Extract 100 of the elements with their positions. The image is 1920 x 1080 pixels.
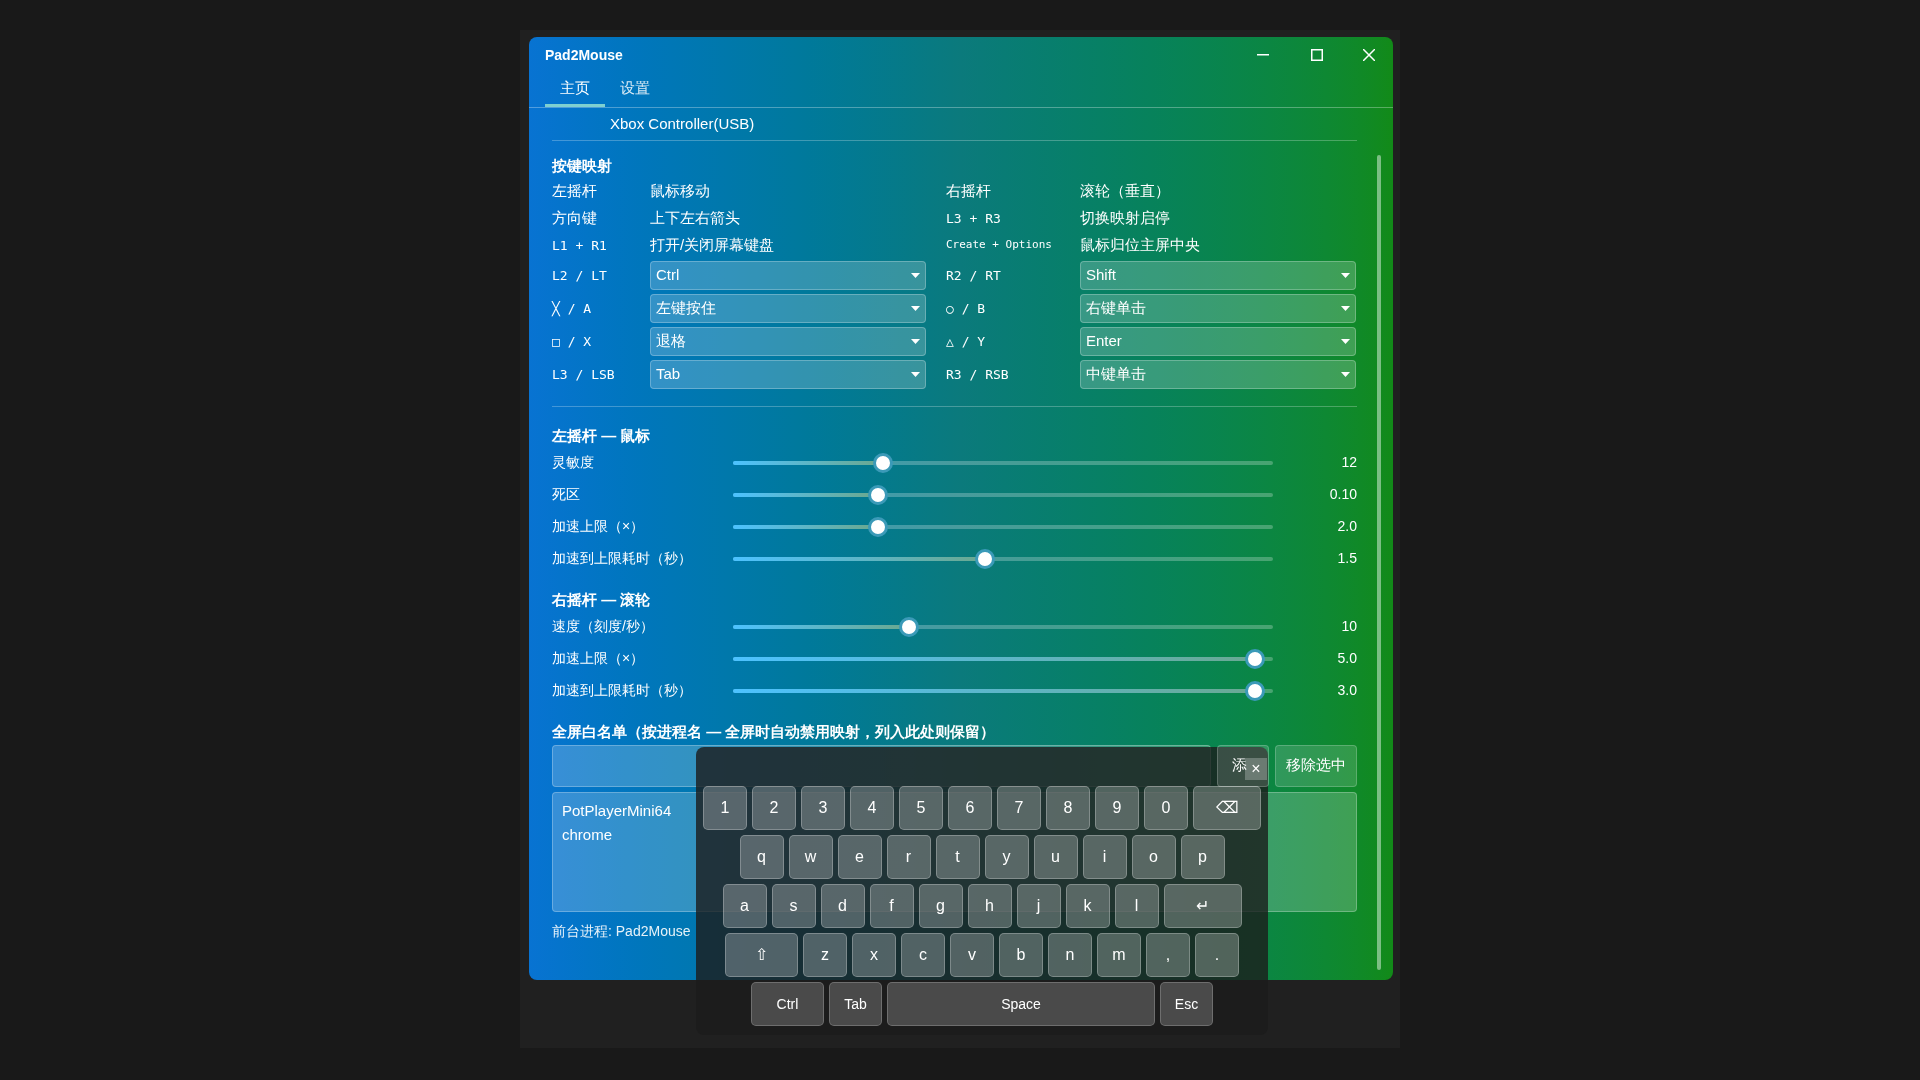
mapping-dropdown[interactable]: Enter — [1080, 327, 1356, 356]
key[interactable]: h — [967, 884, 1012, 928]
section-title: 全屏白名单（按进程名 — 全屏时自动禁用映射，列入此处则保留） — [552, 721, 997, 742]
mapping-label: L2 / LT — [552, 266, 608, 285]
slider-value: 1.5 — [1336, 549, 1357, 568]
key[interactable]: 8 — [1046, 786, 1090, 830]
key[interactable]: p — [1180, 835, 1225, 879]
key[interactable]: 5 — [899, 786, 943, 830]
slider[interactable] — [733, 616, 1273, 637]
scrollbar-thumb[interactable] — [1377, 155, 1381, 970]
slider-thumb[interactable] — [1245, 680, 1266, 701]
key[interactable]: w — [788, 835, 833, 879]
mapping-label: R2 / RT — [946, 266, 1002, 285]
key[interactable]: i — [1082, 835, 1127, 879]
slider-thumb[interactable] — [873, 452, 894, 473]
key[interactable]: b — [999, 933, 1043, 977]
key[interactable]: Ctrl — [751, 982, 824, 1026]
mapping-dropdown[interactable]: Tab — [650, 360, 926, 389]
caret-icon — [911, 339, 920, 344]
slider-value: 5.0 — [1336, 649, 1357, 668]
mapping-dropdown[interactable]: Shift — [1080, 261, 1356, 290]
section-title: 按键映射 — [552, 156, 613, 176]
key[interactable]: r — [886, 835, 931, 879]
mapping-label: R3 / RSB — [946, 365, 1010, 384]
slider[interactable] — [733, 548, 1273, 569]
key[interactable]: v — [950, 933, 994, 977]
slider-thumb[interactable] — [974, 548, 995, 569]
key[interactable]: z — [803, 933, 847, 977]
slider-thumb[interactable] — [868, 516, 889, 537]
key[interactable]: l — [1114, 884, 1159, 928]
key[interactable]: ⇧ — [725, 933, 798, 977]
mapping-label: 左摇杆 — [552, 181, 598, 202]
slider[interactable] — [733, 516, 1273, 537]
key[interactable]: t — [935, 835, 980, 879]
slider-value: 0.10 — [1328, 485, 1357, 504]
caret-icon — [1341, 306, 1350, 311]
key[interactable]: d — [820, 884, 865, 928]
key[interactable]: Esc — [1160, 982, 1213, 1026]
status-text: 前台进程: Pad2Mouse — [552, 921, 691, 941]
key[interactable]: k — [1065, 884, 1110, 928]
key[interactable]: a — [722, 884, 767, 928]
mapping-dropdown[interactable]: Ctrl — [650, 261, 926, 290]
key[interactable]: s — [771, 884, 816, 928]
key[interactable]: o — [1131, 835, 1176, 879]
key[interactable]: q — [739, 835, 784, 879]
slider-thumb[interactable] — [899, 616, 920, 637]
tab[interactable]: 设置 — [605, 73, 665, 107]
caret-icon — [911, 306, 920, 311]
slider-label: 加速到上限耗时（秒） — [552, 549, 693, 568]
key[interactable]: Tab — [829, 982, 882, 1026]
mapping-dropdown[interactable]: 退格 — [650, 327, 926, 356]
key[interactable]: j — [1016, 884, 1061, 928]
tab[interactable]: 主页 — [545, 73, 605, 107]
key[interactable]: 1 — [703, 786, 747, 830]
slider-value: 3.0 — [1336, 681, 1357, 700]
section-title: 右摇杆 — 滚轮 — [552, 589, 652, 610]
key[interactable]: n — [1048, 933, 1092, 977]
key[interactable]: 3 — [801, 786, 845, 830]
mapping-dropdown[interactable]: 中键单击 — [1080, 360, 1356, 389]
whitelist-button[interactable]: 移除选中 — [1275, 744, 1357, 787]
close-icon[interactable] — [1363, 49, 1375, 61]
slider-label: 加速上限（×） — [552, 649, 646, 668]
key[interactable]: x — [852, 933, 896, 977]
window-title: Pad2Mouse — [545, 45, 624, 65]
key[interactable]: y — [984, 835, 1029, 879]
caret-icon — [911, 273, 920, 278]
slider-thumb[interactable] — [868, 484, 889, 505]
key[interactable]: g — [918, 884, 963, 928]
key[interactable]: c — [901, 933, 945, 977]
mapping-label: 方向键 — [552, 208, 598, 229]
slider[interactable] — [733, 680, 1273, 701]
slider-thumb[interactable] — [1245, 648, 1266, 669]
key[interactable]: 9 — [1095, 786, 1139, 830]
mapping-label: ╳ / A — [552, 299, 593, 319]
key[interactable]: ↵ — [1163, 884, 1242, 928]
mapping-dropdown[interactable]: 右键单击 — [1080, 294, 1356, 323]
key[interactable]: , — [1146, 933, 1190, 977]
key[interactable]: 0 — [1144, 786, 1188, 830]
slider-value: 12 — [1340, 453, 1357, 472]
key[interactable]: 6 — [948, 786, 992, 830]
slider-label: 死区 — [552, 485, 581, 504]
section-title: 左摇杆 — 鼠标 — [552, 425, 652, 446]
slider[interactable] — [733, 452, 1273, 473]
slider[interactable] — [733, 648, 1273, 669]
key[interactable]: ⌫ — [1193, 786, 1261, 830]
key[interactable]: 4 — [850, 786, 894, 830]
key[interactable]: 7 — [997, 786, 1041, 830]
mapping-dropdown[interactable]: 左键按住 — [650, 294, 926, 323]
key[interactable]: m — [1097, 933, 1141, 977]
key[interactable]: f — [869, 884, 914, 928]
key[interactable]: . — [1195, 933, 1239, 977]
slider-label: 速度（刻度/秒） — [552, 617, 655, 636]
key[interactable]: Space — [887, 982, 1155, 1026]
slider[interactable] — [733, 484, 1273, 505]
maximize-icon[interactable] — [1311, 49, 1323, 61]
mapping-label: □ / X — [552, 332, 593, 351]
caret-icon — [1341, 273, 1350, 278]
key[interactable]: e — [837, 835, 882, 879]
key[interactable]: 2 — [752, 786, 796, 830]
key[interactable]: u — [1033, 835, 1078, 879]
